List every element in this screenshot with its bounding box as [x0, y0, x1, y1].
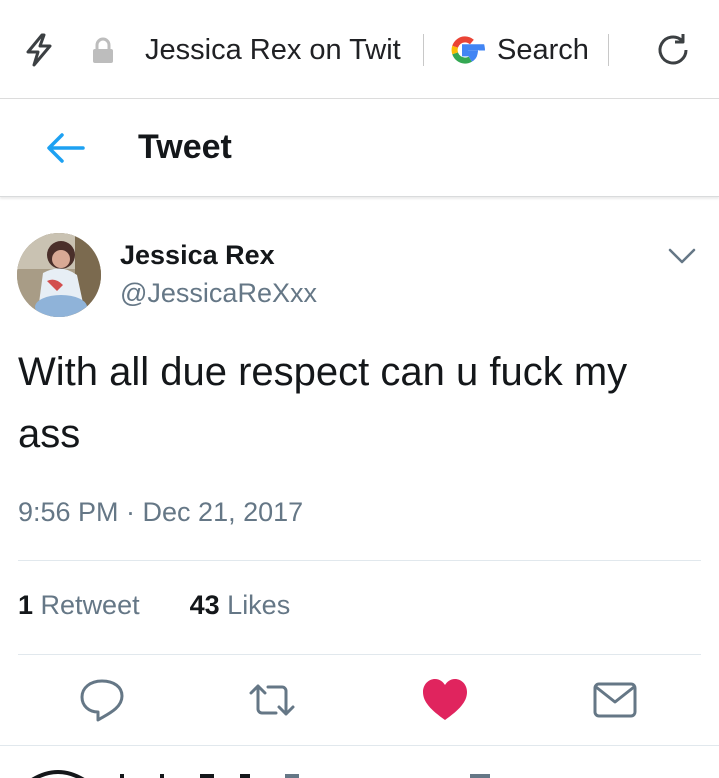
tweet-stats: 1 Retweet 43 Likes [18, 586, 290, 624]
display-name[interactable]: Jessica Rex [120, 236, 275, 274]
address-bar-title[interactable]: Jessica Rex on Twit [145, 30, 407, 70]
tweet-text: With all due respect can u fuck my ass [18, 350, 628, 456]
heart-icon[interactable] [421, 676, 469, 724]
reply-icon[interactable] [78, 676, 126, 724]
chevron-down-icon[interactable] [667, 243, 697, 269]
page-header: Tweet [0, 99, 719, 197]
google-icon[interactable] [444, 29, 486, 71]
browser-toolbar: Jessica Rex on Twit Search [0, 0, 719, 99]
bolt-icon[interactable] [22, 32, 56, 68]
divider [18, 654, 701, 655]
user-handle[interactable]: @JessicaReXxx [120, 275, 317, 311]
reload-icon[interactable] [653, 30, 693, 70]
lock-icon [93, 37, 113, 63]
retweet-icon[interactable] [248, 676, 296, 724]
next-reply-preview [0, 746, 719, 778]
avatar[interactable] [17, 233, 101, 317]
toolbar-divider [423, 34, 424, 66]
retweet-count[interactable]: 1 Retweet [18, 586, 140, 624]
toolbar-divider [608, 34, 609, 66]
message-icon[interactable] [591, 676, 639, 724]
tweet-timestamp[interactable]: 9:56 PM · Dec 21, 2017 [18, 493, 303, 531]
divider [18, 560, 701, 561]
back-arrow-icon[interactable] [45, 129, 85, 167]
search-button[interactable]: Search [497, 30, 589, 70]
page-title: Tweet [138, 128, 232, 166]
like-count[interactable]: 43 Likes [190, 586, 291, 624]
